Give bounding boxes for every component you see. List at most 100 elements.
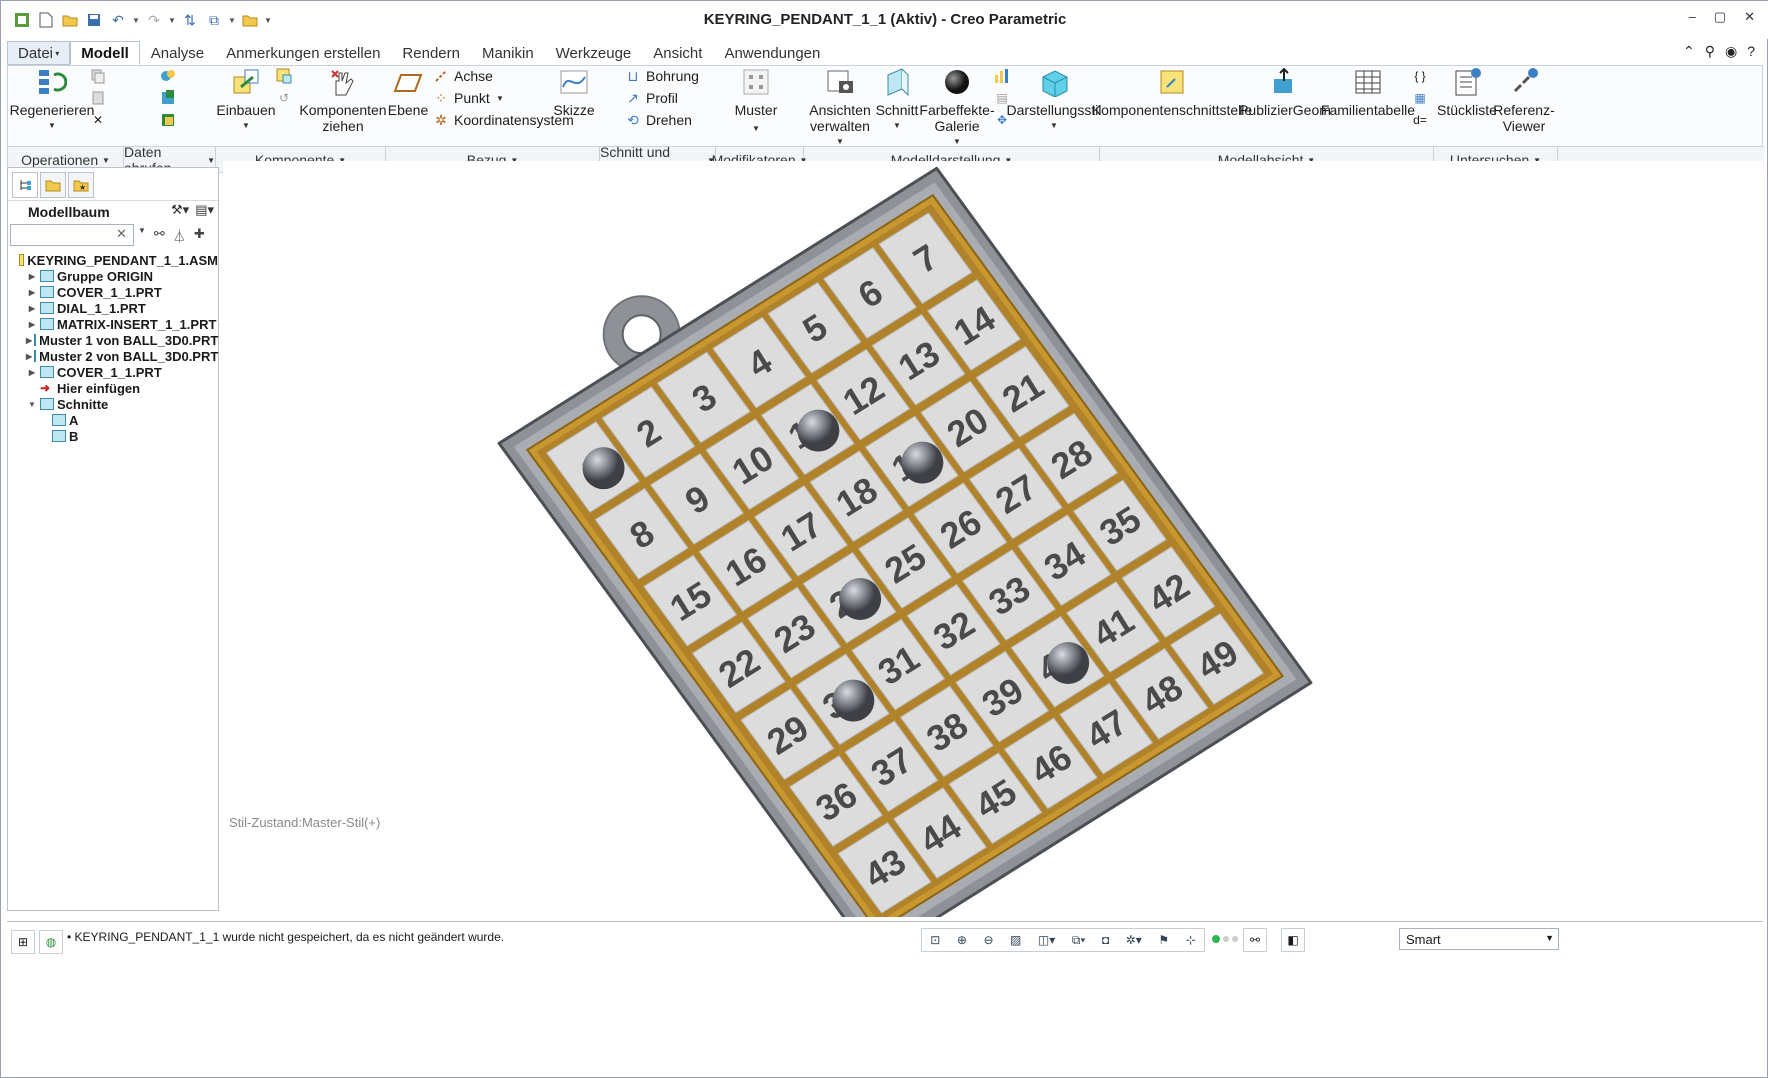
toggle-navigator-icon[interactable]: ⊞ bbox=[11, 930, 35, 954]
saved-orientations-icon[interactable]: ⧉▾ bbox=[1072, 933, 1086, 948]
model-tree-tab-icon[interactable] bbox=[12, 172, 38, 198]
shrinkwrap-icon[interactable] bbox=[158, 88, 178, 108]
close-button[interactable]: ✕ bbox=[1744, 9, 1755, 25]
tree-node[interactable]: ▶ COVER_1_1.PRT bbox=[8, 284, 218, 300]
copy-icon[interactable] bbox=[88, 66, 108, 86]
paste-icon[interactable] bbox=[88, 88, 108, 108]
point-button[interactable]: ⁘ Punkt ▼ bbox=[432, 88, 504, 108]
display-style-icon[interactable]: ◫▾ bbox=[1038, 933, 1055, 947]
axis-button[interactable]: Achse bbox=[432, 66, 493, 86]
revolve-button[interactable]: ⟲ Drehen bbox=[624, 110, 692, 130]
plane-icon bbox=[392, 66, 424, 98]
relations-icon[interactable]: { } bbox=[1410, 66, 1430, 86]
expand-icon[interactable]: ▶ bbox=[26, 288, 38, 297]
graphics-area[interactable]: 1234567891011121314151617181920212223242… bbox=[223, 161, 1763, 960]
sketch-button[interactable]: Skizze bbox=[553, 66, 595, 118]
assemble-button[interactable]: Einbauen ▼ bbox=[216, 66, 276, 134]
merge-icon[interactable] bbox=[158, 110, 178, 130]
parameters-icon[interactable]: ▦ bbox=[1410, 88, 1430, 108]
tab-modell[interactable]: Modell bbox=[70, 41, 140, 65]
search-icon[interactable]: ⚲ bbox=[1705, 43, 1715, 60]
component-interface-label: Komponentenschnittstelle bbox=[1091, 102, 1253, 118]
expand-icon[interactable]: ▶ bbox=[26, 320, 38, 329]
datum-display-icon[interactable]: ✲▾ bbox=[1126, 933, 1142, 947]
copy-geometry-icon[interactable] bbox=[158, 66, 178, 86]
tab-rendern[interactable]: Rendern bbox=[391, 41, 471, 65]
section-button[interactable]: Schnitt ▼ bbox=[874, 66, 920, 134]
spin-center-icon[interactable]: ⊹ bbox=[1186, 933, 1196, 947]
view-manager-icon[interactable]: ◘ bbox=[1102, 933, 1109, 947]
scene-icon[interactable] bbox=[992, 66, 1012, 86]
help-icon[interactable]: ? bbox=[1747, 43, 1755, 60]
create-component-icon[interactable] bbox=[274, 66, 294, 86]
hole-button[interactable]: ⊔ Bohrung bbox=[624, 66, 699, 86]
repeat-icon[interactable]: ↺ bbox=[274, 88, 294, 108]
component-interface-button[interactable]: Komponentenschnittstelle bbox=[1092, 66, 1252, 118]
expand-icon[interactable]: ▶ bbox=[26, 304, 38, 313]
filter-icon[interactable]: ⏃ bbox=[173, 226, 186, 245]
publish-geom-button[interactable]: PublizierGeom bbox=[1239, 66, 1331, 118]
expand-icon[interactable]: ▶ bbox=[26, 336, 32, 345]
table-icon bbox=[1352, 66, 1384, 98]
profile-button[interactable]: ↗ Profil bbox=[624, 88, 678, 108]
family-table-button[interactable]: Familientabelle bbox=[1321, 66, 1415, 118]
tree-node[interactable]: ▶ Gruppe ORIGIN bbox=[8, 268, 218, 284]
add-icon[interactable]: ✚ bbox=[194, 226, 205, 245]
tab-werkzeuge[interactable]: Werkzeuge bbox=[545, 41, 643, 65]
minimize-ribbon-icon[interactable]: ⌃ bbox=[1683, 43, 1695, 60]
manage-views-button[interactable]: Ansichten verwalten ▼ bbox=[806, 66, 874, 150]
favorites-tab-icon[interactable]: ★ bbox=[68, 172, 94, 198]
pattern-button[interactable]: Muster ▼ bbox=[730, 66, 782, 137]
ref-viewer-button[interactable]: Referenz-Viewer bbox=[1493, 66, 1555, 134]
tab-ansicht[interactable]: Ansicht bbox=[642, 41, 713, 65]
tree-node[interactable]: ➜ Hier einfügen bbox=[8, 380, 218, 396]
tree-node[interactable]: A bbox=[8, 412, 218, 428]
tab-anwendungen[interactable]: Anwendungen bbox=[713, 41, 831, 65]
expand-icon[interactable]: ▼ bbox=[26, 400, 38, 409]
appearance-gallery-button[interactable]: Farbeffekte-Galerie ▼ bbox=[919, 66, 995, 150]
model-view[interactable]: 1234567891011121314151617181920212223242… bbox=[223, 161, 1763, 960]
community-icon[interactable]: ◉ bbox=[1725, 43, 1737, 60]
find-icon[interactable]: ⚯ bbox=[1243, 928, 1267, 952]
drag-components-button[interactable]: Komponenten ziehen bbox=[299, 66, 387, 134]
tab-analyse[interactable]: Analyse bbox=[140, 41, 215, 65]
tab-manikin[interactable]: Manikin bbox=[471, 41, 545, 65]
minimize-button[interactable]: – bbox=[1689, 9, 1696, 25]
regenerate-button[interactable]: Regenerieren ▼ bbox=[10, 66, 94, 134]
tab-datei[interactable]: Datei ▾ bbox=[7, 41, 71, 65]
annotation-display-icon[interactable]: ⚑ bbox=[1158, 933, 1169, 947]
repaint-icon[interactable]: ▨ bbox=[1010, 933, 1021, 947]
tree-node[interactable]: KEYRING_PENDANT_1_1.ASM bbox=[8, 252, 218, 268]
tree-node[interactable]: ▶ Muster 2 von BALL_3D0.PRT bbox=[8, 348, 218, 364]
display-style-button[interactable]: Darstellungsstil ▼ bbox=[1007, 66, 1101, 134]
delete-icon[interactable]: ✕ bbox=[88, 110, 108, 130]
toggle-browser-icon[interactable]: ◍ bbox=[39, 930, 63, 954]
drag-components-label: Komponenten ziehen bbox=[299, 102, 387, 134]
folder-browser-tab-icon[interactable] bbox=[40, 172, 66, 198]
chevron-down-icon[interactable]: ▼ bbox=[138, 226, 146, 245]
plane-button[interactable]: Ebene bbox=[388, 66, 428, 118]
tree-node[interactable]: ▶ COVER_1_1.PRT bbox=[8, 364, 218, 380]
binoculars-icon[interactable]: ⚯ bbox=[154, 226, 165, 245]
refit-icon[interactable]: ⊡ bbox=[930, 933, 940, 947]
selection-filter-dropdown[interactable]: Smart ▼ bbox=[1399, 928, 1559, 950]
zoom-out-icon[interactable]: ⊖ bbox=[983, 933, 993, 947]
tab-anmerkungen[interactable]: Anmerkungen erstellen bbox=[215, 41, 391, 65]
bom-button[interactable]: Stückliste bbox=[1437, 66, 1497, 118]
style-state-label: Stil-Zustand:Master-Stil(+) bbox=[229, 815, 381, 830]
switch-dimensions-icon[interactable]: d= bbox=[1410, 110, 1430, 130]
tree-settings-icon[interactable]: ⚒▾ bbox=[171, 202, 189, 218]
expand-icon[interactable]: ▶ bbox=[26, 352, 32, 361]
tree-node[interactable]: ▼ Schnitte bbox=[8, 396, 218, 412]
tree-node[interactable]: ▶ MATRIX-INSERT_1_1.PRT bbox=[8, 316, 218, 332]
expand-icon[interactable]: ▶ bbox=[26, 368, 38, 377]
tree-columns-icon[interactable]: ▤▾ bbox=[195, 202, 214, 218]
maximize-button[interactable]: ▢ bbox=[1714, 9, 1726, 25]
tree-node[interactable]: B bbox=[8, 428, 218, 444]
selection-box-icon[interactable]: ◧ bbox=[1281, 928, 1305, 952]
zoom-in-icon[interactable]: ⊕ bbox=[957, 933, 967, 947]
clear-search-icon[interactable]: ✕ bbox=[116, 226, 127, 242]
tree-node[interactable]: ▶ Muster 1 von BALL_3D0.PRT bbox=[8, 332, 218, 348]
tree-node[interactable]: ▶ DIAL_1_1.PRT bbox=[8, 300, 218, 316]
expand-icon[interactable]: ▶ bbox=[26, 272, 38, 281]
